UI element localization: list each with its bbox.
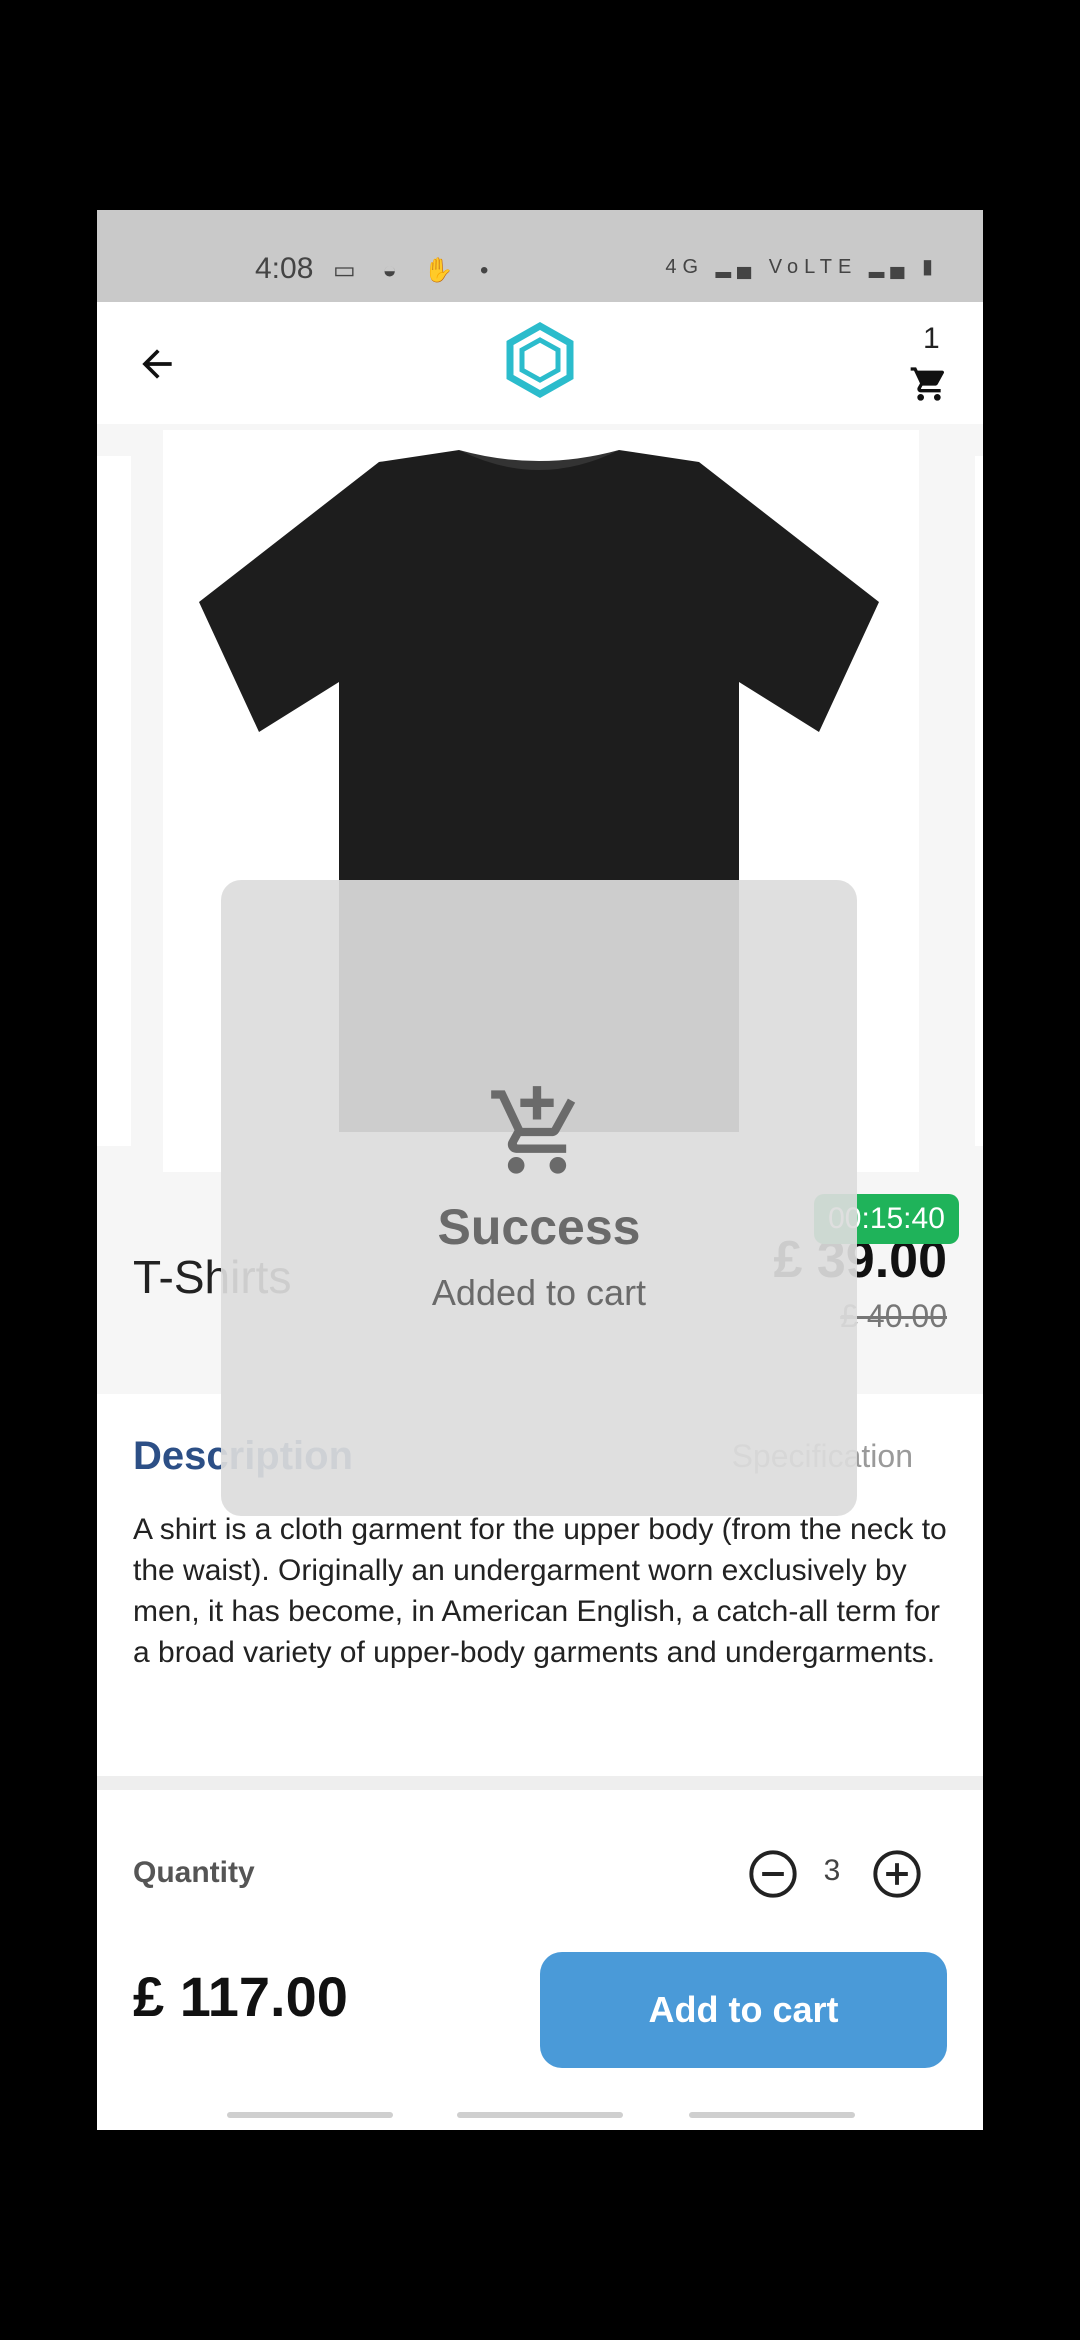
back-arrow-icon[interactable] xyxy=(135,342,179,386)
nav-home-indicator[interactable] xyxy=(457,2112,623,2118)
status-time: 4:08 xyxy=(255,252,314,285)
toast-message: Added to cart xyxy=(431,1272,647,1313)
status-left-icons: ▭ ◒ ✋ • xyxy=(333,257,499,284)
purchase-panel: Quantity 3 £ 117.00 Add to cart xyxy=(97,1790,983,2130)
cart-icon[interactable] xyxy=(909,364,949,404)
status-bar: 4:08 ▭ ◒ ✋ • 4G ▂▄ VoLTE ▂▄ ▮ xyxy=(97,210,983,302)
next-image-card[interactable] xyxy=(975,456,983,1146)
nav-back-indicator[interactable] xyxy=(689,2112,855,2118)
success-toast: Success Added to cart xyxy=(221,880,857,1516)
phone-screen: 4:08 ▭ ◒ ✋ • 4G ▂▄ VoLTE ▂▄ ▮ 1 T-Shirts… xyxy=(97,210,983,2130)
nav-recents-indicator[interactable] xyxy=(227,2112,393,2118)
add-to-cart-button[interactable]: Add to cart xyxy=(540,1952,947,2068)
description-text: A shirt is a cloth garment for the upper… xyxy=(133,1513,947,1669)
toast-title: Success xyxy=(437,1199,641,1255)
status-right-icons: 4G ▂▄ VoLTE ▂▄ ▮ xyxy=(665,256,939,278)
divider xyxy=(97,1776,983,1790)
total-price: £ 117.00 xyxy=(133,1965,348,2028)
cart-count-badge: 1 xyxy=(923,322,940,355)
quantity-value: 3 xyxy=(823,1854,841,1887)
logo-icon xyxy=(506,322,574,398)
plus-circle-icon[interactable] xyxy=(871,1848,923,1900)
app-bar: 1 xyxy=(97,302,983,424)
previous-image-card[interactable] xyxy=(97,456,131,1146)
quantity-label: Quantity xyxy=(133,1856,255,1889)
cart-add-icon xyxy=(491,1086,576,1174)
minus-circle-icon[interactable] xyxy=(747,1848,799,1900)
